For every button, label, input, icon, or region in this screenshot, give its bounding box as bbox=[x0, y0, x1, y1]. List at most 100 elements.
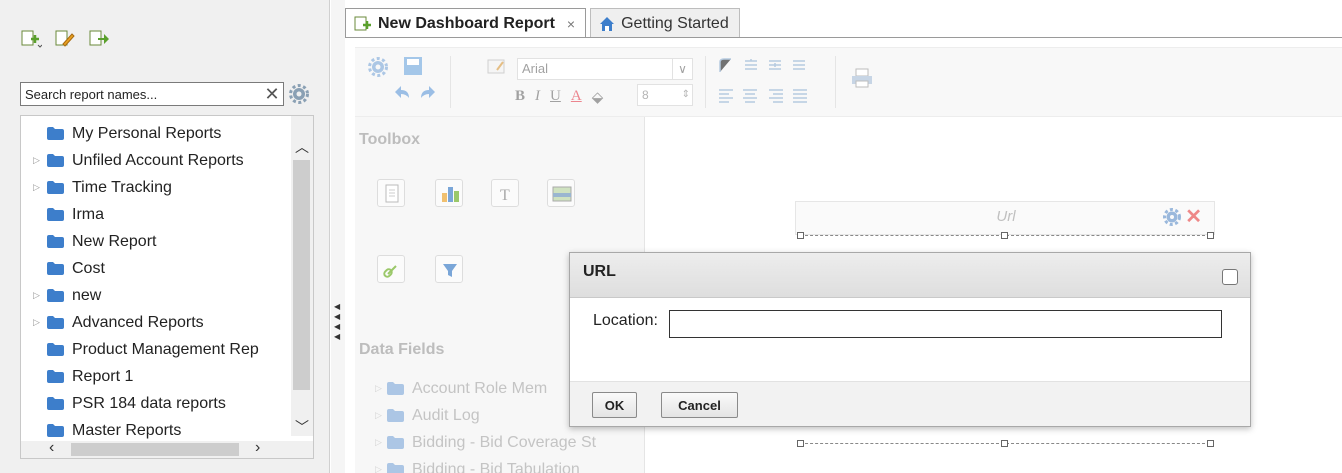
data-field-item[interactable]: ▷ Audit Log bbox=[375, 402, 596, 429]
spinner-icon[interactable]: ⇕ bbox=[682, 85, 690, 105]
report-tree: My Personal Reports ▷ Unfiled Account Repo… bbox=[20, 115, 314, 459]
tree-horizontal-scrollbar[interactable]: ‹ › bbox=[21, 439, 313, 458]
tree-item[interactable]: My Personal Reports bbox=[21, 120, 293, 147]
folder-icon bbox=[47, 316, 64, 329]
scroll-up-icon[interactable]: ︿ bbox=[291, 136, 313, 158]
link-icon[interactable] bbox=[377, 255, 405, 283]
dialog-header: URL bbox=[570, 253, 1250, 298]
scroll-down-icon[interactable]: ﹀ bbox=[291, 416, 313, 438]
edit-report-icon[interactable] bbox=[54, 30, 76, 48]
underline-button[interactable]: U bbox=[550, 88, 561, 107]
tree-item-label: Unfiled Account Reports bbox=[72, 151, 244, 169]
format-buttons: B I U A ⬙ bbox=[515, 88, 603, 107]
tab-close-icon[interactable]: × bbox=[567, 16, 575, 32]
data-field-item[interactable]: ▷ Bidding - Bid Tabulation bbox=[375, 456, 596, 473]
data-field-item[interactable]: ▷ Account Role Mem bbox=[375, 375, 596, 402]
settings-gear-icon[interactable] bbox=[367, 56, 389, 81]
dialog-footer: OK Cancel bbox=[570, 381, 1250, 426]
image-widget-icon[interactable] bbox=[547, 179, 575, 207]
chevron-down-icon[interactable]: ∨ bbox=[672, 59, 692, 79]
collapse-arrows-icon[interactable]: ◀ ◀ ◀ ◀ bbox=[334, 302, 340, 342]
tree-item[interactable]: New Report bbox=[21, 228, 293, 255]
scroll-right-icon[interactable]: › bbox=[255, 439, 260, 457]
tab-new-dashboard-report[interactable]: New Dashboard Report × bbox=[345, 8, 587, 38]
hscroll-thumb[interactable] bbox=[71, 443, 239, 456]
tree-vertical-scrollbar[interactable]: ︿ ﹀ bbox=[291, 116, 313, 436]
resize-handle[interactable] bbox=[797, 440, 804, 447]
resize-handle[interactable] bbox=[1001, 440, 1008, 447]
resize-handle[interactable] bbox=[1001, 232, 1008, 239]
expand-arrow-icon[interactable]: ▷ bbox=[33, 155, 47, 166]
report-explorer-panel: ✕ My Personal Reports ▷ Unfiled Account Re… bbox=[0, 0, 330, 473]
clear-search-icon[interactable]: ✕ bbox=[261, 83, 283, 105]
ok-button[interactable]: OK bbox=[592, 392, 637, 418]
bold-button[interactable]: B bbox=[515, 88, 525, 107]
tab-bar: New Dashboard Report × Getting Started bbox=[345, 8, 740, 38]
expand-arrow-icon[interactable]: ▷ bbox=[375, 437, 387, 448]
resize-handle[interactable] bbox=[1207, 232, 1214, 239]
tree-item[interactable]: ▷ Advanced Reports bbox=[21, 309, 293, 336]
widget-delete-icon[interactable]: ✕ bbox=[1185, 204, 1202, 229]
tree-item[interactable]: Master Reports bbox=[21, 417, 293, 444]
search-settings-gear-icon[interactable] bbox=[288, 83, 310, 105]
resize-handle[interactable] bbox=[1207, 440, 1214, 447]
undo-icon[interactable] bbox=[393, 84, 413, 105]
panel-splitter[interactable]: ◀ ◀ ◀ ◀ bbox=[331, 0, 345, 473]
folder-icon bbox=[47, 235, 64, 248]
font-family-select[interactable]: Arial ∨ bbox=[517, 58, 693, 80]
tree-item[interactable]: ▷ new bbox=[21, 282, 293, 309]
tree-item-label: My Personal Reports bbox=[72, 124, 222, 142]
data-field-label: Bidding - Bid Tabulation bbox=[412, 460, 580, 473]
tree-item[interactable]: Irma bbox=[21, 201, 293, 228]
redo-icon[interactable] bbox=[417, 84, 437, 105]
cancel-button[interactable]: Cancel bbox=[661, 392, 738, 418]
filter-icon[interactable] bbox=[435, 255, 463, 283]
url-widget-label: Url bbox=[996, 208, 1016, 225]
svg-text:T: T bbox=[500, 187, 510, 204]
expand-arrow-icon[interactable]: ▷ bbox=[33, 290, 47, 301]
toolbar-separator bbox=[705, 56, 706, 108]
tab-getting-started[interactable]: Getting Started bbox=[590, 8, 740, 38]
scroll-left-icon[interactable]: ‹ bbox=[49, 439, 54, 457]
font-style-icon[interactable] bbox=[487, 58, 507, 79]
folder-icon bbox=[387, 409, 404, 422]
editor-toolbar: Arial ∨ B I U A ⬙ 8 ⇕ bbox=[355, 47, 1342, 117]
chart-widget-icon[interactable] bbox=[435, 179, 463, 207]
tree-item[interactable]: Report 1 bbox=[21, 363, 293, 390]
location-input[interactable] bbox=[669, 310, 1222, 338]
print-icon[interactable] bbox=[851, 68, 873, 91]
toolbar-separator bbox=[450, 56, 451, 108]
italic-button[interactable]: I bbox=[535, 88, 540, 107]
dashboard-report-icon bbox=[354, 16, 371, 30]
data-field-item[interactable]: ▷ Bidding - Bid Coverage St bbox=[375, 429, 596, 456]
tree-item[interactable]: Cost bbox=[21, 255, 293, 282]
fill-color-icon[interactable]: ⬙ bbox=[592, 88, 604, 107]
expand-arrow-icon[interactable]: ▷ bbox=[375, 383, 387, 394]
url-widget[interactable]: Url ✕ bbox=[795, 201, 1215, 235]
font-size-select[interactable]: 8 ⇕ bbox=[637, 84, 693, 106]
tree-item[interactable]: ▷ Time Tracking bbox=[21, 174, 293, 201]
tab-label: Getting Started bbox=[621, 14, 729, 32]
report-toolbar bbox=[20, 30, 110, 48]
tree-item[interactable]: Product Management Rep bbox=[21, 336, 293, 363]
alignment-grid-icon[interactable] bbox=[717, 56, 827, 111]
search-input[interactable] bbox=[21, 83, 261, 105]
tree-item[interactable]: ▷ Unfiled Account Reports bbox=[21, 147, 293, 174]
save-icon[interactable] bbox=[403, 56, 423, 79]
folder-icon bbox=[47, 154, 64, 167]
resize-handle[interactable] bbox=[797, 232, 804, 239]
export-report-icon[interactable] bbox=[88, 30, 110, 48]
font-color-button[interactable]: A bbox=[571, 88, 582, 107]
expand-arrow-icon[interactable]: ▷ bbox=[375, 464, 387, 473]
text-document-icon[interactable] bbox=[377, 179, 405, 207]
tree-item[interactable]: PSR 184 data reports bbox=[21, 390, 293, 417]
new-report-icon[interactable] bbox=[20, 30, 43, 48]
widget-settings-gear-icon[interactable] bbox=[1162, 207, 1182, 230]
expand-arrow-icon[interactable]: ▷ bbox=[33, 182, 47, 193]
expand-arrow-icon[interactable]: ▷ bbox=[375, 410, 387, 421]
scroll-thumb[interactable] bbox=[293, 160, 310, 390]
text-label-icon[interactable]: T bbox=[491, 179, 519, 207]
expand-arrow-icon[interactable]: ▷ bbox=[33, 317, 47, 328]
maximize-icon[interactable] bbox=[1222, 269, 1238, 285]
home-icon bbox=[600, 16, 615, 31]
